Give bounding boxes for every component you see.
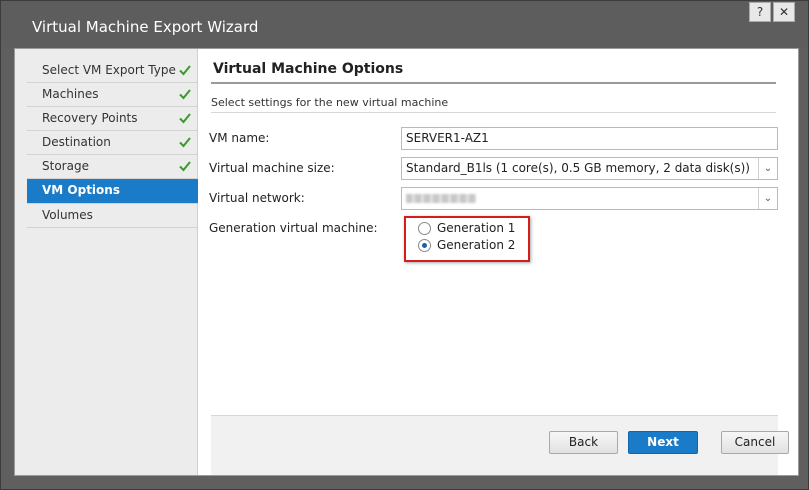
back-button[interactable]: Back — [549, 431, 618, 454]
subtitle-divider — [211, 112, 776, 113]
step-machines[interactable]: Machines — [27, 83, 198, 107]
step-label: Machines — [42, 87, 99, 101]
radio-button[interactable] — [418, 222, 431, 235]
close-button[interactable]: ✕ — [773, 2, 795, 22]
radio-button[interactable] — [418, 239, 431, 252]
page-subtitle: Select settings for the new virtual mach… — [211, 96, 449, 109]
window-title: Virtual Machine Export Wizard — [32, 18, 259, 36]
cancel-button[interactable]: Cancel — [721, 431, 789, 454]
page-title: Virtual Machine Options — [213, 61, 404, 77]
step-label: Volumes — [42, 208, 93, 222]
radio-label: Generation 2 — [437, 238, 516, 252]
step-label: Storage — [42, 159, 89, 173]
wizard-window: Virtual Machine Export Wizard ? ✕ Select… — [0, 0, 809, 490]
step-destination[interactable]: Destination — [27, 131, 198, 155]
network-value-redacted — [406, 194, 476, 203]
check-icon — [179, 89, 191, 100]
step-label: VM Options — [42, 183, 120, 197]
check-icon — [179, 113, 191, 124]
vm-size-dropdown[interactable]: Standard_B1ls (1 core(s), 0.5 GB memory,… — [401, 157, 778, 180]
step-volumes[interactable]: Volumes — [27, 204, 198, 228]
step-label: Recovery Points — [42, 111, 138, 125]
check-icon — [179, 161, 191, 172]
title-divider — [211, 82, 776, 84]
step-select-vm-export-type[interactable]: Select VM Export Type — [27, 59, 198, 83]
network-dropdown[interactable]: ⌄ — [401, 187, 778, 210]
vm-name-input[interactable]: SERVER1-AZ1 — [401, 127, 778, 150]
chevron-down-icon[interactable]: ⌄ — [758, 188, 777, 209]
step-label: Select VM Export Type — [42, 63, 176, 77]
step-list: Select VM Export Type Machines Recovery … — [27, 59, 198, 228]
vm-size-label: Virtual machine size: — [209, 161, 335, 175]
vm-name-value: SERVER1-AZ1 — [406, 131, 489, 145]
step-recovery-points[interactable]: Recovery Points — [27, 107, 198, 131]
vm-name-label: VM name: — [209, 131, 270, 145]
wizard-sidebar: Select VM Export Type Machines Recovery … — [15, 49, 198, 475]
help-button[interactable]: ? — [749, 2, 771, 22]
next-button[interactable]: Next — [628, 431, 698, 454]
check-icon — [179, 137, 191, 148]
check-icon — [179, 65, 191, 76]
vm-size-value: Standard_B1ls (1 core(s), 0.5 GB memory,… — [406, 161, 750, 175]
wizard-content: Select VM Export Type Machines Recovery … — [14, 48, 799, 476]
main-panel: Virtual Machine Options Select settings … — [199, 49, 798, 475]
step-label: Destination — [42, 135, 111, 149]
radio-label: Generation 1 — [437, 221, 516, 235]
network-label: Virtual network: — [209, 191, 305, 205]
step-vm-options[interactable]: VM Options — [27, 179, 198, 204]
title-bar: Virtual Machine Export Wizard ? ✕ — [1, 1, 808, 47]
generation-label: Generation virtual machine: — [209, 221, 378, 235]
step-storage[interactable]: Storage — [27, 155, 198, 179]
chevron-down-icon[interactable]: ⌄ — [758, 158, 777, 179]
